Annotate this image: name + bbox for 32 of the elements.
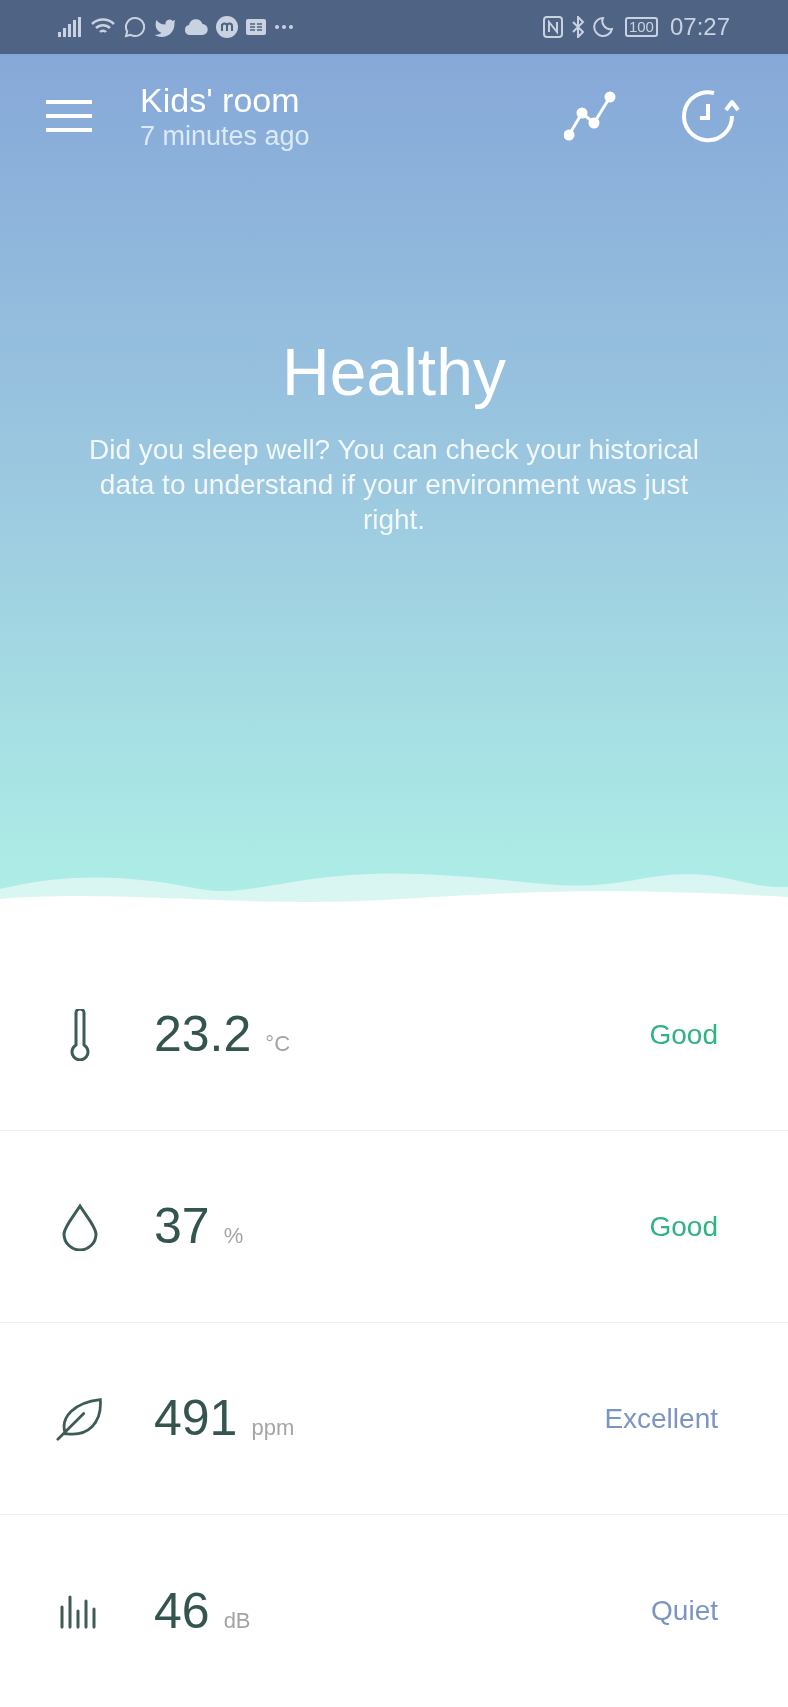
cloud-icon [184, 18, 208, 35]
clock-time: 07:27 [669, 11, 730, 42]
battery-indicator: 100 [624, 16, 658, 37]
app-square-icon [246, 18, 266, 35]
reading-status: Good [649, 1209, 718, 1244]
reading-status: Quiet [651, 1594, 718, 1628]
reading-unit: °C [265, 1030, 290, 1058]
room-title: Kids' room [140, 79, 301, 120]
app-circle-icon [216, 15, 238, 38]
reading-value: 37 [154, 1197, 210, 1256]
drop-icon [61, 1202, 99, 1251]
updated-time: 7 minutes ago [140, 119, 310, 152]
nfc-icon [542, 15, 563, 38]
air-quality-status: Healthy [282, 333, 506, 411]
reading-unit: % [223, 1222, 244, 1250]
reading-unit: ppm [251, 1414, 295, 1442]
bird-icon [154, 16, 176, 37]
chart-icon[interactable] [564, 90, 616, 141]
menu-icon[interactable] [46, 99, 92, 132]
reading-value: 491 [154, 1389, 238, 1448]
reading-value: 23.2 [154, 1005, 252, 1064]
reading-value: 46 [154, 1581, 210, 1641]
moon-icon [592, 16, 613, 37]
chat-icon [124, 15, 146, 38]
reading-status: Excellent [604, 1401, 718, 1436]
bluetooth-icon [570, 15, 585, 38]
status-message: Did you sleep well? You can check your historical data to understand if your environment was just right. [87, 432, 701, 537]
more-icon [274, 23, 294, 30]
reading-unit: dB [223, 1606, 251, 1635]
reading-status: Good [649, 1017, 718, 1052]
thermometer-icon [69, 1008, 91, 1061]
signal-icon [58, 16, 82, 37]
